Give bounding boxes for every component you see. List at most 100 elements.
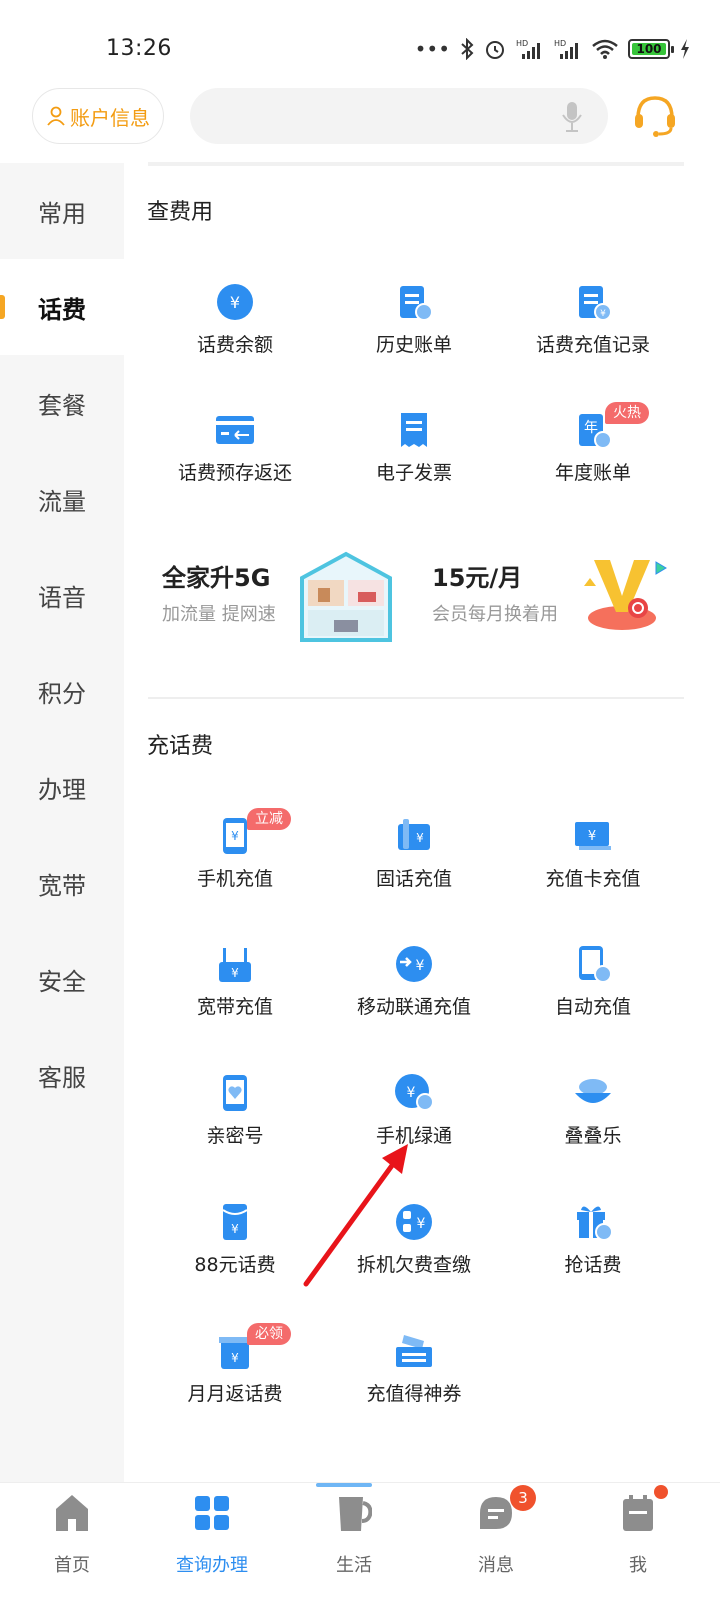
grid-item-label: 月月返话费 — [187, 1383, 283, 1405]
promo-vip-subtitle: 会员每月换着用 — [432, 604, 558, 625]
sidebar-item-label: 安全 — [38, 967, 86, 996]
discount-badge: 立减 — [247, 808, 291, 830]
grid-item-history-bill[interactable]: 历史账单 — [324, 282, 504, 392]
sidebar-item-label: 积分 — [38, 679, 86, 708]
carrier-recharge-icon: ¥ — [396, 946, 432, 982]
grid-item-landline-recharge[interactable]: ¥ 固话充值 — [324, 816, 504, 926]
customer-service-icon[interactable] — [632, 94, 678, 138]
svg-text:¥: ¥ — [407, 1085, 416, 1101]
grid-item-label: 抢话费 — [564, 1254, 622, 1276]
grid-item-label: 话费充值记录 — [535, 334, 650, 356]
landline-recharge-icon: ¥ — [398, 819, 430, 850]
section-divider — [148, 697, 684, 699]
wifi-icon — [592, 39, 618, 59]
grid-item-annual-bill[interactable]: 年 火热 年度账单 — [503, 402, 683, 520]
home-icon — [56, 1495, 88, 1531]
tab-label: 我 — [629, 1555, 647, 1576]
grid-item-recharge-record[interactable]: ¥ 话费充值记录 — [503, 282, 683, 392]
broadband-recharge-icon: ¥ — [219, 948, 251, 982]
sidebar-item-security[interactable]: 安全 — [0, 931, 124, 1027]
sidebar-item-phone-bill[interactable]: 话费 — [0, 259, 124, 355]
house-illustration-icon — [300, 551, 392, 642]
sidebar-item-handle[interactable]: 办理 — [0, 739, 124, 835]
sidebar-item-service[interactable]: 客服 — [0, 1027, 124, 1123]
tab-messages[interactable]: 3 消息 — [424, 1485, 568, 1593]
hd-signal-icon: HD — [554, 39, 578, 59]
grid-item-stack-game[interactable]: 叠叠乐 — [503, 1073, 683, 1183]
tab-me[interactable]: 我 — [566, 1485, 710, 1593]
sidebar-item-label: 话费 — [38, 295, 86, 324]
message-icon — [480, 1497, 512, 1529]
red-packet-icon: ¥ — [222, 1204, 248, 1240]
grid-item-carrier-recharge[interactable]: ¥ 移动联通充值 — [324, 944, 504, 1054]
microphone-icon[interactable] — [562, 101, 582, 133]
search-bar[interactable] — [190, 88, 608, 144]
grid-item-grab-credit[interactable]: 抢话费 — [503, 1202, 683, 1312]
user-icon — [47, 106, 65, 126]
grid-item-label: 宽带充值 — [196, 996, 273, 1018]
svg-text:年: 年 — [584, 420, 598, 436]
profile-icon — [623, 1495, 653, 1531]
message-count-badge: 3 — [510, 1485, 536, 1511]
bottom-navigation: 首页 查询办理 生活 3 消息 我 — [0, 1482, 720, 1600]
tab-query-handle[interactable]: 查询办理 — [140, 1493, 284, 1593]
sidebar-item-label: 流量 — [38, 487, 86, 516]
grid-item-prestore-return[interactable]: 话费预存返还 — [145, 410, 325, 520]
annotation-arrow-icon — [303, 1144, 408, 1287]
sidebar-item-data[interactable]: 流量 — [0, 451, 124, 547]
grid-icon — [195, 1496, 229, 1530]
sidebar-item-label: 套餐 — [38, 391, 86, 420]
sidebar-item-points[interactable]: 积分 — [0, 643, 124, 739]
sidebar-item-voice[interactable]: 语音 — [0, 547, 124, 643]
category-sidebar: 常用 话费 套餐 流量 语音 积分 办理 宽带 安全 客服 — [0, 163, 124, 1483]
status-bar: 13:26 ••• HD HD 100 — [0, 0, 720, 90]
grid-item-auto-recharge[interactable]: 自动充值 — [503, 944, 683, 1054]
grid-item-label: 年度账单 — [554, 462, 631, 484]
account-info-button[interactable]: 账户信息 — [32, 88, 164, 144]
sidebar-item-package[interactable]: 套餐 — [0, 355, 124, 451]
svg-text:¥: ¥ — [416, 958, 425, 974]
alarm-icon — [486, 41, 504, 59]
grid-item-balance[interactable]: ¥ 话费余额 — [145, 282, 325, 392]
sidebar-item-common[interactable]: 常用 — [0, 163, 124, 259]
grid-item-coupon-recharge[interactable]: 充值得神券 — [324, 1331, 504, 1441]
sidebar-item-label: 语音 — [38, 583, 86, 612]
grid-item-card-recharge[interactable]: ¥ 充值卡充值 — [503, 816, 683, 926]
invoice-icon — [401, 413, 427, 447]
grid-item-e-invoice[interactable]: 电子发票 — [324, 410, 504, 520]
tab-label: 生活 — [336, 1555, 372, 1576]
bill-history-icon — [400, 286, 433, 321]
svg-text:¥: ¥ — [588, 829, 596, 844]
promo-5g-subtitle: 加流量 提网速 — [162, 604, 276, 625]
svg-text:¥: ¥ — [230, 293, 240, 312]
stack-icon — [575, 1079, 611, 1103]
grid-item-label: 充值得神券 — [366, 1383, 462, 1405]
yuan-circle-icon: ¥ — [217, 284, 253, 320]
sidebar-item-label: 客服 — [38, 1063, 86, 1092]
recharge-card-icon: ¥ — [575, 822, 611, 850]
grid-item-label: 固话充值 — [375, 868, 452, 890]
svg-text:¥: ¥ — [231, 829, 239, 843]
grid-item-phone-recharge[interactable]: ¥ 立减 手机充值 — [145, 808, 325, 926]
card-return-icon — [216, 416, 254, 444]
svg-text:¥: ¥ — [231, 966, 239, 980]
sidebar-item-broadband[interactable]: 宽带 — [0, 835, 124, 931]
cup-icon — [339, 1497, 372, 1531]
search-input[interactable] — [190, 88, 608, 144]
promo-banner[interactable]: 全家升5G 加流量 提网速 15元/月 会员每月换着用 — [148, 540, 684, 650]
tab-life[interactable]: 生活 — [282, 1493, 426, 1593]
promo-5g-title: 全家升5G — [162, 564, 271, 592]
battery-icon: 100 — [628, 39, 674, 59]
svg-text:¥: ¥ — [231, 1222, 239, 1236]
coupon-icon — [396, 1335, 432, 1367]
tab-label: 查询办理 — [176, 1555, 248, 1576]
grid-item-monthly-return[interactable]: ¥ 必领 月月返话费 — [145, 1323, 325, 1441]
charging-icon — [681, 39, 689, 59]
top-header: 账户信息 — [0, 86, 720, 162]
grid-item-broadband-recharge[interactable]: ¥ 宽带充值 — [145, 944, 325, 1054]
hot-badge: 火热 — [605, 402, 649, 424]
svg-text:¥: ¥ — [231, 1351, 239, 1365]
tab-home[interactable]: 首页 — [0, 1493, 144, 1593]
auto-recharge-icon — [579, 946, 612, 983]
intimate-number-icon — [223, 1075, 247, 1111]
